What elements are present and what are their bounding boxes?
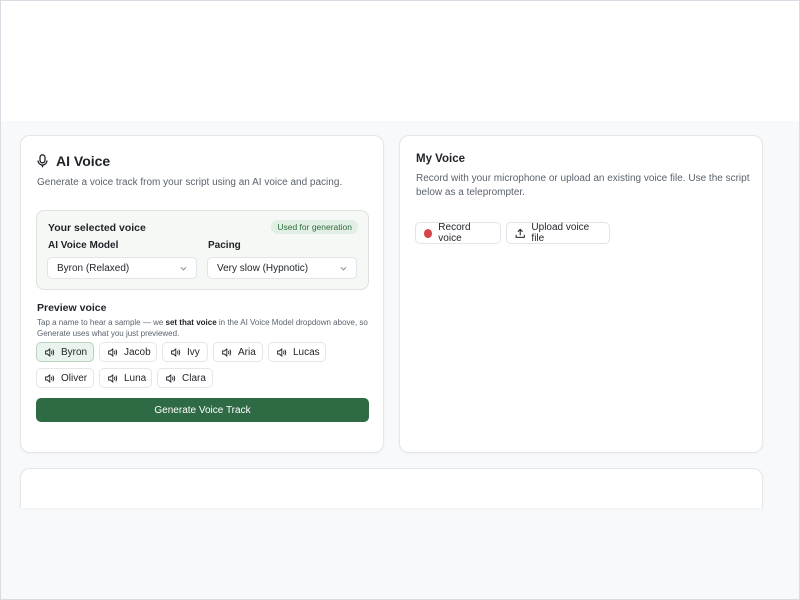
app-frame: AI Voice Generate a voice track from you…: [0, 0, 800, 600]
voice-chip-label: Luna: [124, 372, 147, 384]
speaker-icon: [171, 347, 181, 357]
generate-voice-track-button[interactable]: Generate Voice Track: [36, 398, 369, 422]
preview-desc-bold: set that voice: [165, 318, 217, 327]
voice-chip-label: Byron: [61, 346, 88, 358]
voice-chip-label: Oliver: [61, 372, 88, 384]
ai-voice-card: AI Voice Generate a voice track from you…: [20, 135, 384, 453]
record-voice-button[interactable]: Record voice: [415, 222, 501, 244]
preview-voice-title: Preview voice: [37, 302, 107, 314]
microphone-icon: [37, 154, 48, 168]
speaker-icon: [108, 347, 118, 357]
preview-desc-text: Tap a name to hear a sample — we: [37, 318, 166, 327]
voice-chip-oliver[interactable]: Oliver: [36, 368, 94, 388]
speaker-icon: [277, 347, 287, 357]
my-voice-card: My Voice Record with your microphone or …: [399, 135, 763, 453]
record-voice-label: Record voice: [438, 222, 471, 244]
voice-chip-aria[interactable]: Aria: [213, 342, 263, 362]
speaker-icon: [108, 373, 118, 383]
ai-voice-model-value: Byron (Relaxed): [57, 262, 130, 274]
ai-voice-title: AI Voice: [56, 153, 111, 169]
preview-voice-description: Tap a name to hear a sample — we set tha…: [37, 317, 377, 339]
voice-chip-lucas[interactable]: Lucas: [268, 342, 326, 362]
speaker-icon: [222, 347, 232, 357]
ai-voice-model-label: AI Voice Model: [48, 240, 119, 251]
voice-chip-label: Aria: [238, 346, 256, 358]
pacing-label: Pacing: [208, 240, 241, 251]
my-voice-description: Record with your microphone or upload an…: [416, 173, 750, 198]
ai-voice-header: AI Voice: [37, 153, 110, 169]
selected-voice-panel: Your selected voice Used for generation …: [36, 210, 369, 290]
voice-chip-label: Lucas: [293, 346, 320, 358]
upload-voice-file-label: Upload voice file: [531, 222, 590, 244]
used-for-generation-badge: Used for generation: [271, 220, 358, 234]
voice-chip-label: Jacob: [124, 346, 151, 358]
voice-chip-jacob[interactable]: Jacob: [99, 342, 157, 362]
voice-chip-luna[interactable]: Luna: [99, 368, 152, 388]
pacing-value: Very slow (Hypnotic): [217, 262, 309, 274]
selected-voice-title: Your selected voice: [48, 222, 146, 234]
my-voice-title: My Voice: [416, 153, 465, 165]
upload-voice-file-button[interactable]: Upload voice file: [506, 222, 610, 244]
speaker-icon: [45, 373, 55, 383]
top-band: [1, 1, 799, 121]
voice-chip-label: Clara: [182, 372, 206, 384]
chevron-down-icon: [340, 266, 347, 271]
chevron-down-icon: [180, 266, 187, 271]
upload-icon: [515, 228, 525, 238]
voice-chip-byron[interactable]: Byron: [36, 342, 94, 362]
pacing-select[interactable]: Very slow (Hypnotic): [207, 257, 357, 279]
speaker-icon: [45, 347, 55, 357]
voice-chip-ivy[interactable]: Ivy: [162, 342, 208, 362]
next-section-card: [20, 468, 763, 508]
ai-voice-model-select[interactable]: Byron (Relaxed): [47, 257, 197, 279]
voice-chip-label: Ivy: [187, 346, 200, 358]
record-dot-icon: [424, 228, 433, 238]
my-voice-header: My Voice: [416, 153, 465, 165]
ai-voice-description: Generate a voice track from your script …: [37, 177, 343, 188]
voice-chip-clara[interactable]: Clara: [157, 368, 213, 388]
speaker-icon: [166, 373, 176, 383]
